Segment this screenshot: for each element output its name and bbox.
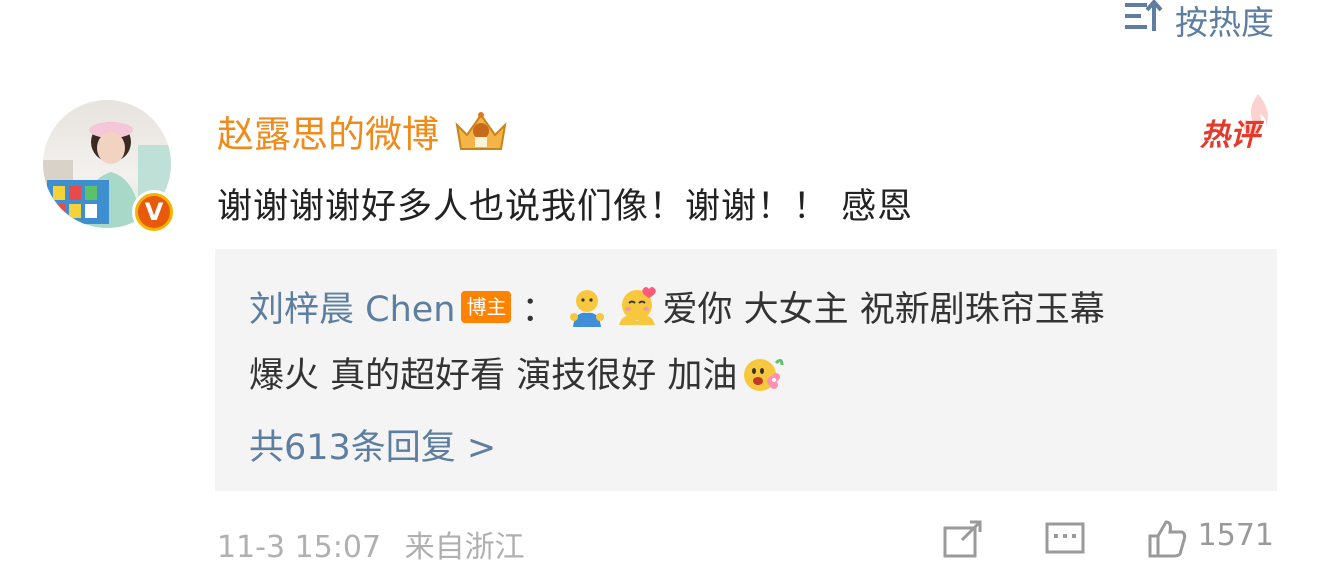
hot-comment-badge: 热评: [1196, 92, 1274, 153]
like-button[interactable]: 1571: [1146, 518, 1274, 558]
comment-icon: [1044, 518, 1086, 558]
hug-emoji-icon: [565, 285, 609, 329]
share-button[interactable]: [942, 518, 984, 558]
author-role-badge: 博主: [461, 290, 512, 323]
comment-location: 来自浙江: [404, 530, 525, 565]
comment-actions: 1571: [942, 518, 1274, 558]
reply-separator: ：: [521, 290, 557, 330]
flower-emoji-icon: [740, 351, 784, 395]
reply-line-2: 爆火 真的超好看 演技很好 加油: [249, 347, 787, 398]
reply-preview[interactable]: 刘梓晨 Chen 博主 ： 爱你 大女主 祝新剧珠帘玉幕 爆火 真的超好看 演技: [215, 249, 1277, 491]
reply-button[interactable]: [1044, 518, 1086, 558]
like-count: 1571: [1197, 518, 1274, 553]
comment-username[interactable]: 赵露思的微博: [217, 104, 509, 158]
sort-by-heat-button[interactable]: 按热度: [1123, 0, 1274, 43]
verified-badge-icon: V: [132, 190, 176, 234]
hot-label: 热评: [1200, 118, 1260, 153]
reply-text-2: 爆火 真的超好看 演技很好 加油: [249, 356, 738, 396]
share-icon: [942, 518, 984, 558]
comment-meta: 11-3 15:07 来自浙江: [217, 522, 525, 566]
reply-text-1: 爱你 大女主 祝新剧珠帘玉幕: [662, 290, 1105, 330]
sort-label: 按热度: [1175, 3, 1274, 42]
thumbs-up-icon: [1146, 518, 1188, 558]
sort-icon: [1123, 0, 1163, 43]
reply-author[interactable]: 刘梓晨 Chen: [249, 281, 455, 332]
comment-text: 谢谢谢谢好多人也说我们像！谢谢！！ 感恩: [217, 187, 914, 227]
username-label: 赵露思的微博: [217, 113, 439, 156]
comment-time: 11-3 15:07: [217, 530, 382, 565]
view-all-replies-link[interactable]: 共613条回复 >: [249, 419, 496, 470]
love-hug-emoji-icon: [615, 285, 659, 329]
reply-line-1: 刘梓晨 Chen 博主 ： 爱你 大女主 祝新剧珠帘玉幕: [249, 281, 1105, 332]
crown-badge-icon: [453, 109, 509, 153]
